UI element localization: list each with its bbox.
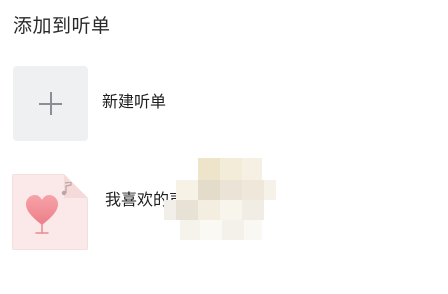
plus-icon [39, 92, 62, 115]
add-to-playlist-sheet: 添加到听单 新建听单 我喜欢的声音 [0, 0, 448, 294]
create-playlist-thumbnail [13, 66, 88, 141]
heart-icon [26, 195, 58, 234]
create-playlist-item[interactable]: 新建听单 [0, 64, 448, 142]
favorite-sounds-item[interactable]: 我喜欢的声音 [0, 172, 448, 252]
favorite-sounds-thumbnail [12, 174, 88, 250]
create-playlist-label: 新建听单 [102, 92, 167, 111]
favorite-sounds-label: 我喜欢的声音 [105, 190, 202, 209]
music-note-icon [61, 182, 72, 196]
sheet-title: 添加到听单 [13, 15, 111, 37]
